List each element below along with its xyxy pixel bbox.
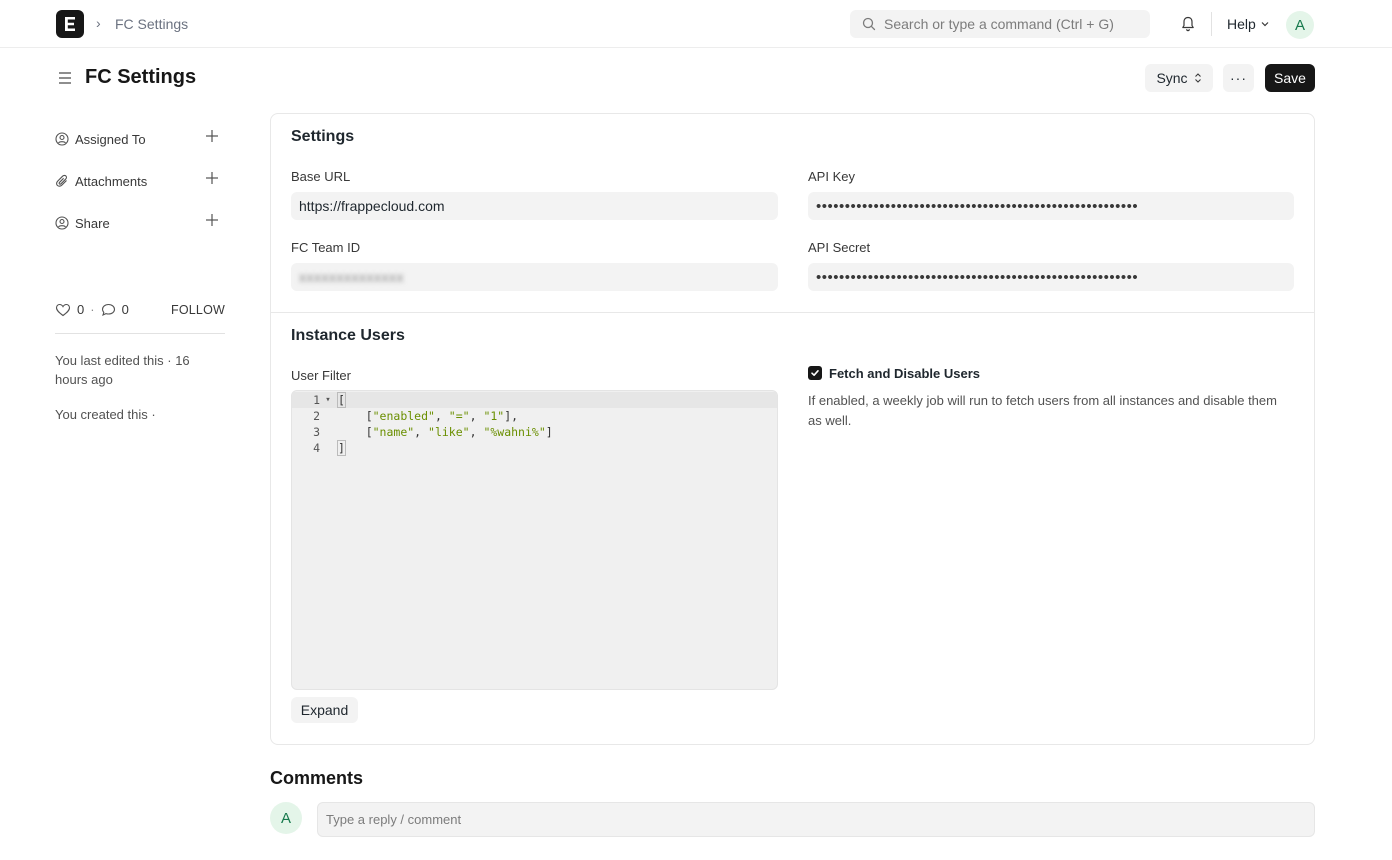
section-settings-heading: Settings <box>291 128 355 145</box>
top-navbar: › FC Settings Help A <box>0 0 1392 48</box>
api-key-value: ••••••••••••••••••••••••••••••••••••••••… <box>816 197 1139 215</box>
sidebar-toggle-icon[interactable] <box>57 70 73 86</box>
line-number: 4 <box>313 441 320 455</box>
fold-arrow-icon[interactable]: ▾ <box>322 395 334 405</box>
last-edited-text: You last edited this · 16 hours ago <box>55 353 190 387</box>
save-button[interactable]: Save <box>1265 64 1315 92</box>
bell-icon[interactable] <box>1179 15 1197 33</box>
api-key-field[interactable]: ••••••••••••••••••••••••••••••••••••••••… <box>808 192 1294 220</box>
line-number: 1 <box>313 393 320 407</box>
chevron-down-icon <box>1261 22 1269 27</box>
sync-button[interactable]: Sync <box>1145 64 1213 92</box>
code-text: ] <box>337 440 346 456</box>
breadcrumb[interactable]: FC Settings <box>115 16 188 32</box>
api-secret-field[interactable]: ••••••••••••••••••••••••••••••••••••••••… <box>808 263 1294 291</box>
api-secret-value: ••••••••••••••••••••••••••••••••••••••••… <box>816 268 1139 286</box>
sidebar-item-assigned-to[interactable]: Assigned To <box>55 129 225 149</box>
paperclip-icon <box>56 174 67 187</box>
social-stats: 0 · 0 FOLLOW <box>55 302 225 317</box>
sidebar-item-label: Attachments <box>75 173 148 189</box>
page-title: FC Settings <box>85 66 197 88</box>
created-text: You created this · <box>55 407 156 422</box>
plus-icon[interactable] <box>205 129 219 143</box>
select-arrows-icon <box>1194 73 1201 83</box>
code-line: 4 ] <box>292 440 777 456</box>
logo-e-icon <box>65 17 75 31</box>
more-actions-button[interactable]: ··· <box>1223 64 1254 92</box>
api-secret-label: API Secret <box>808 240 871 255</box>
sidebar-item-label: Share <box>75 215 110 231</box>
follow-button[interactable]: FOLLOW <box>171 303 225 317</box>
navbar-divider <box>1211 12 1212 36</box>
comment-avatar: A <box>270 802 302 834</box>
line-number: 3 <box>313 425 320 439</box>
code-line: 3 ["name", "like", "%wahni%"] <box>292 424 777 440</box>
fetch-disable-users-checkbox[interactable] <box>808 366 822 380</box>
user-filter-code-editor[interactable]: 1 ▾ [ 2 ["enabled", "=", "1"], 3 ["name"… <box>291 390 778 690</box>
search-bar[interactable] <box>850 10 1150 38</box>
share-user-icon <box>55 216 69 230</box>
fetch-disable-users-description: If enabled, a weekly job will run to fet… <box>808 393 1277 428</box>
assign-user-icon <box>55 132 69 146</box>
fetch-disable-users-label[interactable]: Fetch and Disable Users <box>829 366 980 381</box>
comments-count: 0 <box>121 302 129 317</box>
team-id-label: FC Team ID <box>291 240 361 255</box>
sidebar-divider <box>55 333 225 334</box>
api-key-label: API Key <box>808 169 855 184</box>
plus-icon[interactable] <box>205 213 219 227</box>
help-dropdown[interactable]: Help <box>1227 16 1270 32</box>
base-url-label: Base URL <box>291 169 351 184</box>
comment-input[interactable] <box>317 802 1315 837</box>
user-avatar[interactable]: A <box>1286 11 1314 39</box>
breadcrumb-separator-icon: › <box>96 15 101 31</box>
sync-label: Sync <box>1156 70 1188 86</box>
section-instance-users-heading: Instance Users <box>291 327 405 344</box>
help-label: Help <box>1227 16 1256 32</box>
team-id-value: xxxxxxxxxxxxxx <box>299 269 404 285</box>
expand-button[interactable]: Expand <box>291 697 358 723</box>
likes-count: 0 <box>77 302 85 317</box>
sidebar-item-label: Assigned To <box>75 131 146 147</box>
sidebar-item-share[interactable]: Share <box>55 213 225 233</box>
comment-icon[interactable] <box>101 303 116 317</box>
plus-icon[interactable] <box>205 171 219 185</box>
checkmark-icon <box>811 370 819 376</box>
code-line: 1 ▾ [ <box>292 392 777 408</box>
stats-separator: · <box>90 302 95 317</box>
search-icon <box>862 17 876 31</box>
section-divider <box>271 312 1314 313</box>
line-number: 2 <box>313 409 320 423</box>
comments-heading: Comments <box>270 768 364 788</box>
sidebar-item-attachments[interactable]: Attachments <box>55 171 225 191</box>
app-logo[interactable] <box>56 10 84 38</box>
team-id-field[interactable]: xxxxxxxxxxxxxx <box>291 263 778 291</box>
search-input[interactable] <box>884 16 1144 32</box>
code-text: [ <box>337 392 346 408</box>
code-text: ["name", "like", "%wahni%"] <box>338 425 553 439</box>
heart-icon[interactable] <box>55 303 71 317</box>
base-url-field[interactable]: https://frappecloud.com <box>291 192 778 220</box>
code-line: 2 ["enabled", "=", "1"], <box>292 408 777 424</box>
code-text: ["enabled", "=", "1"], <box>338 409 519 423</box>
user-filter-label: User Filter <box>291 368 351 383</box>
base-url-value: https://frappecloud.com <box>299 198 445 214</box>
